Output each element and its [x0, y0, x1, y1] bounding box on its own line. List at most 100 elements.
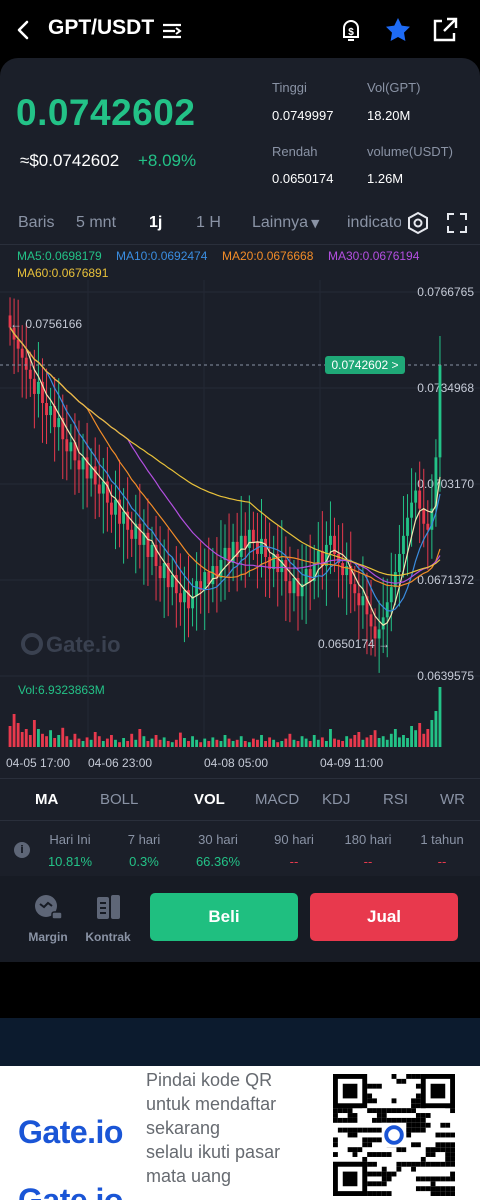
- candlestick-chart[interactable]: 0.0766765 0.0734968 0.0703170 0.0671372 0.06…: [0, 280, 480, 750]
- qr-module: [406, 1108, 412, 1114]
- qr-module: [425, 1176, 431, 1182]
- margin-button[interactable]: Margin: [21, 893, 75, 944]
- qr-module: [430, 1186, 436, 1192]
- qr-module: [415, 1117, 421, 1123]
- volume-bar: [373, 730, 377, 747]
- qr-module: [425, 1113, 431, 1118]
- candle-body: [393, 572, 397, 588]
- tab-5min[interactable]: 5 mnt: [76, 214, 116, 232]
- qr-module: [415, 1103, 421, 1109]
- qr-module: [376, 1117, 382, 1123]
- tab-macd[interactable]: MACD: [255, 791, 299, 808]
- info-icon[interactable]: i: [14, 842, 30, 858]
- qr-module: [337, 1117, 343, 1123]
- tab-kdj[interactable]: KDJ: [322, 791, 350, 808]
- tab-1d[interactable]: 1 H: [196, 214, 221, 232]
- qr-module: [376, 1083, 382, 1089]
- perf-header: 90 hari: [274, 832, 314, 847]
- candle-body: [329, 535, 332, 545]
- qr-module: [411, 1103, 416, 1109]
- divider: [0, 820, 480, 821]
- qr-module: [420, 1117, 426, 1123]
- chart-settings-hexagon-icon[interactable]: [406, 211, 430, 235]
- tab-1h[interactable]: 1j: [149, 214, 162, 232]
- price-alert-icon[interactable]: $: [336, 15, 366, 45]
- qr-module: [381, 1113, 387, 1118]
- volume-bar: [162, 737, 166, 747]
- volume-bar: [296, 741, 300, 747]
- kontrak-button[interactable]: Kontrak: [81, 893, 135, 944]
- volume-bar: [191, 736, 194, 747]
- volume-bar: [361, 739, 365, 747]
- volume-bar: [284, 738, 288, 747]
- qr-code-icon: [333, 1074, 455, 1196]
- qr-module: [445, 1186, 451, 1192]
- candle-body: [264, 538, 267, 557]
- sell-button[interactable]: Jual: [310, 893, 458, 941]
- volume-bar: [430, 720, 434, 747]
- qr-module: [347, 1147, 353, 1153]
- volume-bar: [337, 739, 340, 747]
- gate-logo: Gate.io: [18, 1114, 123, 1150]
- tab-vol[interactable]: VOL: [194, 791, 225, 808]
- qr-module: [347, 1113, 353, 1118]
- menu-icon[interactable]: [162, 22, 182, 40]
- volume-bar: [61, 727, 65, 747]
- favorite-star-icon[interactable]: [383, 15, 413, 45]
- volume-bar: [93, 732, 97, 747]
- qr-module: [367, 1152, 373, 1157]
- volume-bar: [438, 687, 442, 747]
- qr-module: [425, 1161, 431, 1167]
- volume-bar: [260, 735, 263, 747]
- qr-module: [430, 1147, 436, 1153]
- time-tick: 04-05 17:00: [6, 756, 71, 770]
- ma20-value: MA20:0.0676668: [222, 249, 314, 263]
- qr-module: [333, 1152, 338, 1157]
- buy-button[interactable]: Beli: [150, 893, 298, 941]
- qr-module: [372, 1127, 377, 1133]
- tab-rsi[interactable]: RSI: [383, 791, 408, 808]
- candle-body: [57, 418, 61, 428]
- qr-module: [376, 1171, 382, 1177]
- fullscreen-icon[interactable]: [445, 211, 469, 235]
- tab-boll[interactable]: BOLL: [100, 791, 138, 808]
- qr-module: [415, 1176, 421, 1182]
- tab-indicators[interactable]: indicato: [347, 214, 401, 232]
- perf-header: 180 hari: [344, 832, 392, 847]
- candle-body: [110, 502, 113, 515]
- tab-wr[interactable]: WR: [440, 791, 465, 808]
- caret-down-icon: ▼: [311, 217, 320, 230]
- volume-bar: [426, 729, 430, 747]
- qr-module: [440, 1142, 446, 1148]
- tab-more-label: Lainnya: [252, 214, 309, 231]
- tab-line[interactable]: Baris: [18, 214, 54, 232]
- tab-ma[interactable]: MA: [35, 791, 58, 808]
- qr-module: [450, 1132, 455, 1138]
- pair-title[interactable]: GPT/USDT: [48, 16, 154, 40]
- qr-module: [372, 1117, 377, 1123]
- candle-body: [178, 593, 182, 603]
- perf-value: 66.36%: [195, 854, 241, 869]
- qr-module: [381, 1117, 387, 1123]
- tab-more[interactable]: Lainnya ▼: [252, 214, 320, 232]
- candle-body: [101, 481, 105, 494]
- volume-bar: [187, 741, 190, 747]
- volume-bar: [251, 738, 255, 747]
- qr-module: [337, 1108, 343, 1114]
- qr-module: [386, 1152, 392, 1157]
- qr-module: [396, 1108, 402, 1114]
- share-icon[interactable]: [430, 15, 460, 45]
- qr-module: [347, 1117, 353, 1123]
- volume-bar: [393, 729, 397, 747]
- divider: [0, 778, 480, 779]
- qr-module: [342, 1171, 358, 1187]
- candle-body: [158, 566, 162, 579]
- volume-bar: [122, 738, 126, 747]
- candle-body: [292, 578, 296, 594]
- qr-module: [376, 1181, 382, 1187]
- qr-module: [415, 1142, 421, 1148]
- gate-ad-banner[interactable]: Gate.io Gate.io Pindai kode QR untuk men…: [0, 1066, 480, 1200]
- back-icon[interactable]: [14, 18, 34, 42]
- qr-module: [411, 1166, 416, 1172]
- qr-module: [450, 1186, 455, 1192]
